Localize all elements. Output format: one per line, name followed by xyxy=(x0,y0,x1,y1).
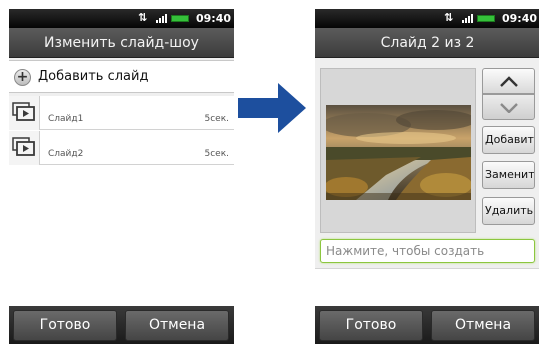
page-title: Изменить слайд-шоу xyxy=(9,28,234,58)
add-slide-label: Добавить слайд xyxy=(38,69,149,84)
bottom-action-bar: Готово Отмена xyxy=(315,306,539,344)
usb-icon: ⇅ xyxy=(138,11,147,24)
next-slide-button[interactable] xyxy=(482,94,535,120)
slide-editor-content: Добавить Заменить Удалить Нажмите, чтобы… xyxy=(315,58,539,306)
slide-list-item-2[interactable]: Слайд2 5сек. xyxy=(9,131,234,165)
add-slide-button[interactable]: + Добавить слайд xyxy=(9,60,234,93)
signal-icon xyxy=(156,14,168,23)
plus-icon: + xyxy=(14,69,31,86)
slideshow-icon xyxy=(12,137,35,156)
chevron-up-icon xyxy=(500,76,518,87)
clock: 09:40 xyxy=(501,12,537,25)
edit-slideshow-screen: ⇅ 09:40 Изменить слайд-шоу + Добавить сл… xyxy=(9,9,234,344)
status-bar: ⇅ 09:40 xyxy=(315,9,539,28)
slide-thumbnail xyxy=(9,96,40,130)
slide-name: Слайд2 xyxy=(48,149,84,159)
done-button[interactable]: Готово xyxy=(13,310,117,341)
slide-photo xyxy=(326,105,471,200)
slide-list-item-1[interactable]: Слайд1 5сек. xyxy=(9,96,234,130)
cancel-button[interactable]: Отмена xyxy=(125,310,229,341)
slides-content: + Добавить слайд Слайд1 5сек. Слайд2 5се… xyxy=(9,58,234,306)
slide-preview[interactable] xyxy=(320,68,476,233)
chevron-down-icon xyxy=(500,103,518,113)
usb-icon: ⇅ xyxy=(444,11,453,24)
page-title: Слайд 2 из 2 xyxy=(315,28,539,58)
previous-slide-button[interactable] xyxy=(482,68,535,94)
slide-thumbnail xyxy=(9,131,40,165)
slide-name: Слайд1 xyxy=(48,114,84,124)
slide-duration: 5сек. xyxy=(204,114,229,124)
status-icons: ⇅ xyxy=(138,11,190,24)
caption-input[interactable]: Нажмите, чтобы создать xyxy=(320,239,535,263)
battery-icon xyxy=(477,15,495,22)
slide-list: Слайд1 5сек. Слайд2 5сек. xyxy=(9,96,234,306)
slide-duration: 5сек. xyxy=(204,149,229,159)
status-bar: ⇅ 09:40 xyxy=(9,9,234,28)
add-button[interactable]: Добавить xyxy=(482,126,535,154)
clock: 09:40 xyxy=(195,12,231,25)
slide-editor-screen: ⇅ 09:40 Слайд 2 из 2 Добавить Заменит Уд… xyxy=(315,9,539,344)
cancel-button[interactable]: Отмена xyxy=(431,310,535,341)
battery-icon xyxy=(171,15,189,22)
bottom-action-bar: Готово Отмена xyxy=(9,306,234,344)
transition-arrow-icon xyxy=(238,83,306,133)
delete-button[interactable]: Удалить xyxy=(482,197,535,225)
signal-icon xyxy=(462,14,474,23)
done-button[interactable]: Готово xyxy=(319,310,423,341)
slideshow-icon xyxy=(12,102,35,121)
replace-button[interactable]: Заменить xyxy=(482,161,535,189)
empty-area xyxy=(315,268,539,306)
status-icons: ⇅ xyxy=(444,11,496,24)
